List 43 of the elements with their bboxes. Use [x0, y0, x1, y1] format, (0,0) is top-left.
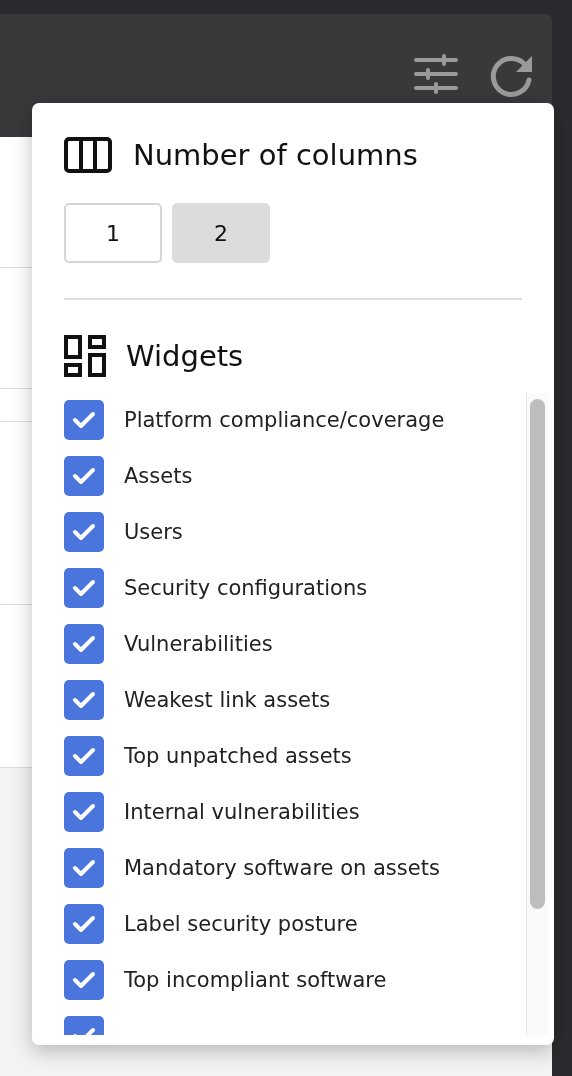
section-title: Widgets [126, 339, 244, 373]
checkbox[interactable] [64, 736, 104, 776]
checkbox[interactable] [64, 680, 104, 720]
checkbox[interactable] [64, 568, 104, 608]
widget-label: Weakest link assets [124, 688, 331, 712]
check-icon [72, 690, 96, 710]
check-icon [72, 578, 96, 598]
widget-label: Label security posture [124, 912, 358, 936]
check-icon [72, 914, 96, 934]
checkbox[interactable] [64, 400, 104, 440]
columns-icon [64, 137, 112, 173]
sliders-icon[interactable] [414, 54, 458, 94]
widget-label: Assets [124, 464, 193, 488]
widget-label: Internal vulnerabilities [124, 800, 360, 824]
widget-label: Top unpatched assets [124, 744, 352, 768]
widgets-icon [64, 335, 106, 377]
checkbox[interactable] [64, 960, 104, 1000]
check-icon [72, 522, 96, 542]
section-title: Number of columns [133, 138, 418, 172]
column-option[interactable]: 1 [64, 203, 162, 263]
widget-label: Users [124, 520, 183, 544]
widget-label: Security configurations [124, 576, 368, 600]
checkbox[interactable] [64, 848, 104, 888]
checkbox[interactable] [64, 792, 104, 832]
check-icon [72, 970, 96, 990]
checkbox[interactable] [64, 456, 104, 496]
refresh-icon[interactable] [488, 54, 534, 100]
widget-label: Vulnerabilities [124, 632, 273, 656]
column-option[interactable]: 2 [172, 203, 270, 263]
scrollbar[interactable] [526, 393, 548, 1035]
check-icon [72, 802, 96, 822]
checkbox[interactable] [64, 512, 104, 552]
check-icon [72, 858, 96, 878]
checkbox[interactable] [64, 904, 104, 944]
check-icon [72, 410, 96, 430]
checkbox[interactable] [64, 624, 104, 664]
widget-label: Mandatory software on assets [124, 856, 440, 880]
check-icon [72, 746, 96, 766]
scroll-thumb[interactable] [530, 399, 545, 909]
check-icon [72, 634, 96, 654]
check-icon [72, 466, 96, 486]
widget-label: Platform compliance/coverage [124, 408, 445, 432]
widget-label: Top incompliant software [124, 968, 387, 992]
